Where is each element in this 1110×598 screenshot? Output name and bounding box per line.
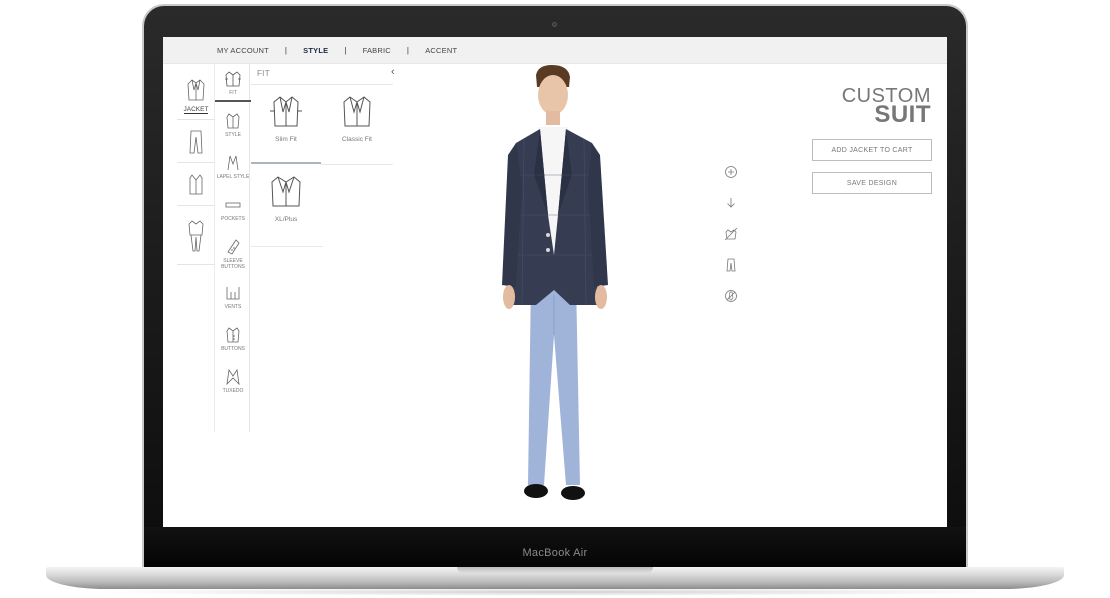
option-fit-label: FIT (229, 90, 237, 96)
model-shoe-right (561, 486, 585, 500)
pocket-icon (225, 202, 241, 208)
fit-panel: FIT ‹ Slim Fit Classic Fit XL/Plus (251, 64, 395, 284)
lapel-icon (227, 155, 239, 171)
model-face (538, 75, 568, 115)
option-pockets[interactable]: POCKETS (215, 192, 251, 232)
no-tie-icon[interactable] (723, 288, 739, 304)
laptop-shadow (80, 588, 1030, 596)
option-tuxedo[interactable]: TUXEDO (215, 364, 251, 404)
vents-icon (226, 287, 240, 300)
camera (552, 22, 557, 27)
option-buttons-label: BUTTONS (221, 346, 245, 352)
option-vents-label: VENTS (224, 304, 242, 310)
fit-option-xl-plus[interactable]: XL/Plus (251, 166, 321, 244)
zoom-in-icon[interactable] (723, 164, 739, 180)
suit-model-preview (502, 65, 608, 500)
divider (251, 84, 393, 85)
nav-style[interactable]: STYLE (303, 46, 328, 55)
nav-fabric[interactable]: FABRIC (363, 46, 391, 55)
fit-option-slim[interactable]: Slim Fit (251, 86, 321, 164)
buttons-icon (226, 327, 240, 343)
nav-accent[interactable]: ACCENT (425, 46, 457, 55)
fit-option-classic[interactable]: Classic Fit (322, 86, 392, 164)
laptop-notch (457, 567, 653, 573)
vest-icon (189, 173, 203, 194)
option-lapel-label: LAPEL STYLE (216, 174, 250, 180)
option-style-label: STYLE (225, 132, 241, 138)
product-column: JACKET (177, 64, 215, 284)
nav-separator: | (406, 45, 410, 55)
add-jacket-to-cart-button[interactable]: ADD JACKET TO CART (812, 139, 932, 161)
option-sleeve-buttons[interactable]: SLEEVE BUTTONS (215, 234, 251, 274)
fit-option-xl-plus-label: XL/Plus (274, 216, 298, 223)
option-lapel-style[interactable]: LAPEL STYLE (215, 150, 251, 190)
top-nav: MY ACCOUNT | STYLE | FABRIC | ACCENT (163, 37, 947, 64)
option-pockets-label: POCKETS (221, 216, 245, 222)
jacket-fit-icon (225, 71, 241, 87)
classic-fit-jacket-icon (343, 96, 371, 127)
product-jacket-label: JACKET (183, 105, 209, 114)
option-vents[interactable]: VENTS (215, 280, 251, 320)
model-shoe-left (524, 484, 548, 498)
full-suit-icon (188, 219, 204, 251)
xl-plus-jacket-icon (271, 176, 301, 207)
fit-panel-header: FIT (257, 69, 270, 78)
pants-product-icon (189, 130, 203, 153)
nav-separator: | (284, 45, 288, 55)
option-tuxedo-label: TUXEDO (222, 388, 244, 394)
sleeve-buttons-icon (227, 239, 240, 255)
hide-jacket-icon[interactable] (723, 226, 739, 242)
device-label: MacBook Air (522, 547, 588, 559)
nav-separator: | (344, 45, 347, 55)
slim-fit-jacket-icon (270, 96, 302, 127)
option-style[interactable]: STYLE (215, 108, 251, 148)
app-screen: MY ACCOUNT | STYLE | FABRIC | ACCENT JAC… (163, 37, 947, 527)
divider (251, 246, 323, 247)
tuxedo-icon (226, 368, 240, 386)
fit-option-classic-label: Classic Fit (342, 136, 372, 143)
product-pants[interactable] (177, 121, 215, 163)
fit-option-slim-label: Slim Fit (275, 136, 297, 143)
page-title-line2: SUIT (874, 101, 931, 128)
divider (321, 164, 393, 165)
chevron-left-icon[interactable]: ‹ (391, 66, 395, 78)
option-buttons[interactable]: BUTTONS (215, 322, 251, 362)
jacket-style-icon (226, 113, 240, 129)
option-sleeve-label: SLEEVE BUTTONS (221, 258, 245, 270)
option-fit[interactable]: FIT (215, 66, 251, 102)
download-icon[interactable] (723, 195, 739, 211)
product-vest[interactable] (177, 164, 215, 206)
nav-my-account[interactable]: MY ACCOUNT (217, 46, 269, 55)
style-option-column: FIT STYLE LAPEL STYLE POCKETS SLEEVE BUT… (214, 64, 251, 432)
pants-icon[interactable] (723, 257, 739, 273)
save-design-button[interactable]: SAVE DESIGN (812, 172, 932, 194)
jacket-icon (187, 78, 205, 100)
model-neck (546, 111, 560, 125)
product-full-suit[interactable] (177, 207, 215, 265)
product-jacket[interactable]: JACKET (177, 72, 215, 120)
